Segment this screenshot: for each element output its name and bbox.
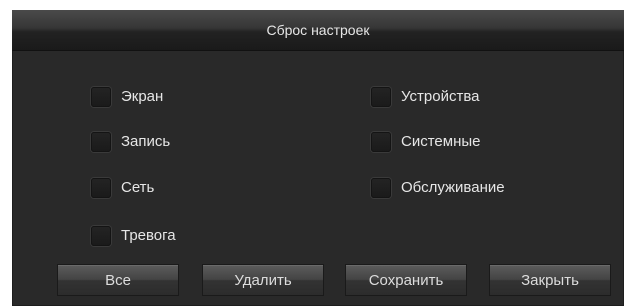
close-button[interactable]: Закрыть bbox=[489, 264, 611, 296]
option-screen-label: Экран bbox=[121, 88, 164, 105]
dialog-title: Сброс настроек bbox=[266, 22, 370, 38]
reset-settings-dialog: Сброс настроек Экран Запись Сеть Тревога… bbox=[12, 10, 624, 306]
delete-button[interactable]: Удалить bbox=[202, 264, 324, 296]
checkbox-alarm[interactable] bbox=[91, 226, 111, 246]
checkbox-network[interactable] bbox=[91, 178, 111, 198]
checkbox-system[interactable] bbox=[371, 132, 391, 152]
save-button[interactable]: Сохранить bbox=[345, 264, 467, 296]
option-network-label: Сеть bbox=[121, 179, 155, 196]
option-devices-label: Устройства bbox=[401, 88, 480, 105]
checkbox-screen[interactable] bbox=[91, 87, 111, 107]
option-alarm-label: Тревога bbox=[121, 227, 176, 244]
option-maintenance-label: Обслуживание bbox=[401, 179, 505, 196]
select-all-button[interactable]: Все bbox=[57, 264, 179, 296]
option-record-label: Запись bbox=[121, 133, 171, 150]
checkbox-maintenance[interactable] bbox=[371, 178, 391, 198]
checkbox-devices[interactable] bbox=[371, 87, 391, 107]
dialog-titlebar: Сброс настроек bbox=[12, 10, 624, 51]
option-system-label: Системные bbox=[401, 133, 481, 150]
checkbox-record[interactable] bbox=[91, 132, 111, 152]
